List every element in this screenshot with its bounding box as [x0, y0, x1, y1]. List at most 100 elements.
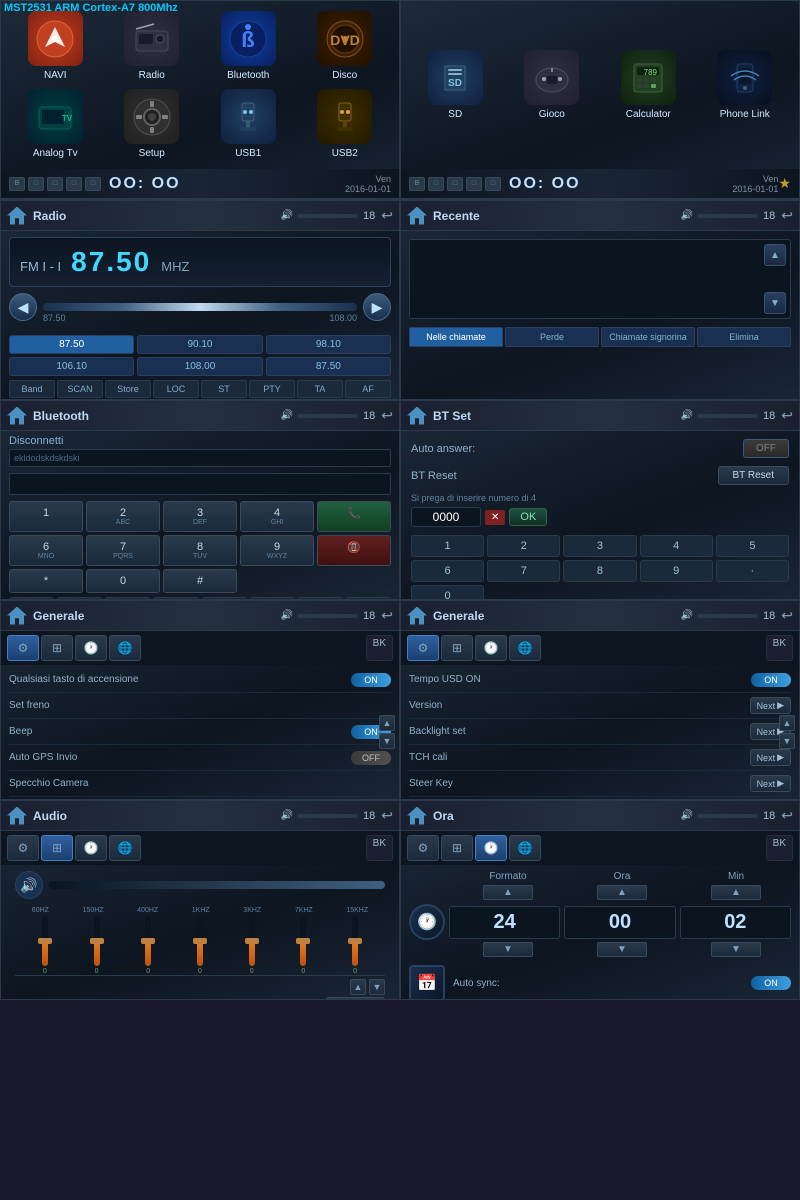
eq-bar-7[interactable]: 0: [344, 915, 366, 975]
app-usb1[interactable]: USB1: [204, 89, 293, 159]
home-icon-recente[interactable]: [407, 207, 427, 225]
back-button-gen-r[interactable]: ↩: [781, 607, 793, 624]
bt-action-8[interactable]: ↙: [346, 597, 391, 599]
btset-ok-button[interactable]: OK: [509, 508, 547, 526]
min-down-button[interactable]: ▼: [711, 942, 761, 957]
radio-btn-loc[interactable]: LOC: [153, 380, 199, 398]
back-button-bt[interactable]: ↩: [381, 407, 393, 424]
settings-bk-button[interactable]: BK: [366, 635, 393, 661]
tab-nelle-chiamate[interactable]: Nelle chiamate: [409, 327, 503, 347]
radio-preset-5[interactable]: 108.00: [137, 357, 262, 376]
settings-scroll-down-r[interactable]: ▼: [779, 733, 795, 749]
radio-btn-af[interactable]: AF: [345, 380, 391, 398]
ora-tab-clock[interactable]: 🕐: [475, 835, 507, 861]
scroll-down-button[interactable]: ▼: [764, 292, 786, 314]
radio-btn-st[interactable]: ST: [201, 380, 247, 398]
eq-bar-6[interactable]: 0: [292, 915, 314, 975]
settings-scroll-up-r[interactable]: ▲: [779, 715, 795, 731]
row-r4-next[interactable]: Next ▶: [750, 775, 791, 792]
btset-key-2[interactable]: 2: [487, 535, 560, 557]
dial-2[interactable]: 2ABC: [86, 501, 160, 532]
audio-tab-globe[interactable]: 🌐: [109, 835, 141, 861]
back-button-gen-l[interactable]: ↩: [381, 607, 393, 624]
home-icon-radio[interactable]: [7, 207, 27, 225]
dial-1[interactable]: 1: [9, 501, 83, 532]
app-usb2[interactable]: USB2: [301, 89, 390, 159]
btset-key-3[interactable]: 3: [563, 535, 636, 557]
app-gioco[interactable]: Gioco: [508, 11, 597, 159]
btset-key-4[interactable]: 4: [640, 535, 713, 557]
bt-action-6[interactable]: ✂: [250, 597, 295, 599]
bt-action-4[interactable]: 💬: [153, 597, 198, 599]
settings-tab-clock[interactable]: 🕐: [75, 635, 107, 661]
dial-hash[interactable]: #: [163, 569, 237, 593]
radio-btn-ta[interactable]: TA: [297, 380, 343, 398]
bt-number-input[interactable]: [9, 473, 391, 495]
bt-action-1[interactable]: 📋: [9, 597, 54, 599]
tab-perde[interactable]: Perde: [505, 327, 599, 347]
radio-prev-button[interactable]: ◀: [9, 293, 37, 321]
volume-speaker-icon[interactable]: 🔊: [15, 871, 43, 899]
btset-key-8[interactable]: 8: [563, 560, 636, 582]
row-3-toggle[interactable]: OFF: [351, 751, 391, 765]
btset-key-1[interactable]: 1: [411, 535, 484, 557]
audio-bk-button[interactable]: BK: [366, 835, 393, 861]
format-up-button[interactable]: ▲: [483, 885, 533, 900]
row-r0-toggle[interactable]: ON: [751, 673, 791, 687]
row-r3-next[interactable]: Next ▶: [750, 749, 791, 766]
app-analog-tv[interactable]: TV Analog Tv: [11, 89, 100, 159]
home-icon-ora[interactable]: [407, 807, 427, 825]
eq-bar-2[interactable]: 0: [86, 915, 108, 975]
radio-btn-pty[interactable]: PTY: [249, 380, 295, 398]
row-0-toggle[interactable]: ON: [351, 673, 391, 687]
scroll-up-button[interactable]: ▲: [764, 244, 786, 266]
radio-preset-3[interactable]: 98.10: [266, 335, 391, 354]
format-down-button[interactable]: ▼: [483, 942, 533, 957]
dial-4[interactable]: 4GHI: [240, 501, 314, 532]
tab-chiamate-signorina[interactable]: Chiamate signorina: [601, 327, 695, 347]
eq-bar-3[interactable]: 0: [137, 915, 159, 975]
app-disco[interactable]: DVD Disco: [301, 11, 390, 81]
app-navi[interactable]: NAVI: [11, 11, 100, 81]
min-up-button[interactable]: ▲: [711, 885, 761, 900]
radio-btn-store[interactable]: Store: [105, 380, 151, 398]
eq-preset-button[interactable]: Standard: [326, 997, 385, 999]
home-icon-btset[interactable]: [407, 407, 427, 425]
app-radio[interactable]: Radio: [108, 11, 197, 81]
settings-tab-eq-r[interactable]: ⊞: [441, 635, 473, 661]
ora-bk-button[interactable]: BK: [766, 835, 793, 861]
settings-tab-gear[interactable]: ⚙: [7, 635, 39, 661]
radio-preset-1[interactable]: 87.50: [9, 335, 134, 354]
radio-btn-scan[interactable]: SCAN: [57, 380, 103, 398]
tab-elimina[interactable]: Elimina: [697, 327, 791, 347]
home-icon-gen-r[interactable]: [407, 607, 427, 625]
volume-slider[interactable]: [49, 881, 385, 889]
btset-key-7[interactable]: 7: [487, 560, 560, 582]
settings-scroll-up[interactable]: ▲: [379, 715, 395, 731]
back-button-audio[interactable]: ↩: [381, 807, 393, 824]
hour-up-button[interactable]: ▲: [597, 885, 647, 900]
btset-clear-button[interactable]: ✕: [485, 510, 505, 525]
radio-preset-6[interactable]: 87.50: [266, 357, 391, 376]
radio-btn-band[interactable]: Band: [9, 380, 55, 398]
radio-next-button[interactable]: ▶: [363, 293, 391, 321]
btset-pin-input[interactable]: 0000: [411, 507, 481, 527]
btset-key-6[interactable]: 6: [411, 560, 484, 582]
radio-preset-2[interactable]: 90.10: [137, 335, 262, 354]
dial-7[interactable]: 7PQRS: [86, 535, 160, 566]
home-icon-audio[interactable]: [7, 807, 27, 825]
dial-hangup[interactable]: 📵: [317, 535, 391, 566]
home-icon-bt[interactable]: [7, 407, 27, 425]
ora-tab-gear[interactable]: ⚙: [407, 835, 439, 861]
btset-key-5[interactable]: 5: [716, 535, 789, 557]
audio-tab-clock[interactable]: 🕐: [75, 835, 107, 861]
eq-scroll-down[interactable]: ▼: [369, 979, 385, 995]
dial-0[interactable]: 0: [86, 569, 160, 593]
audio-tab-gear[interactable]: ⚙: [7, 835, 39, 861]
ora-tab-eq[interactable]: ⊞: [441, 835, 473, 861]
eq-bar-1[interactable]: 0: [34, 915, 56, 975]
radio-track[interactable]: 87.50 108.00: [43, 303, 357, 311]
app-calculator[interactable]: 789 Calculator: [604, 11, 693, 159]
radio-preset-4[interactable]: 106.10: [9, 357, 134, 376]
dial-8[interactable]: 8TUV: [163, 535, 237, 566]
